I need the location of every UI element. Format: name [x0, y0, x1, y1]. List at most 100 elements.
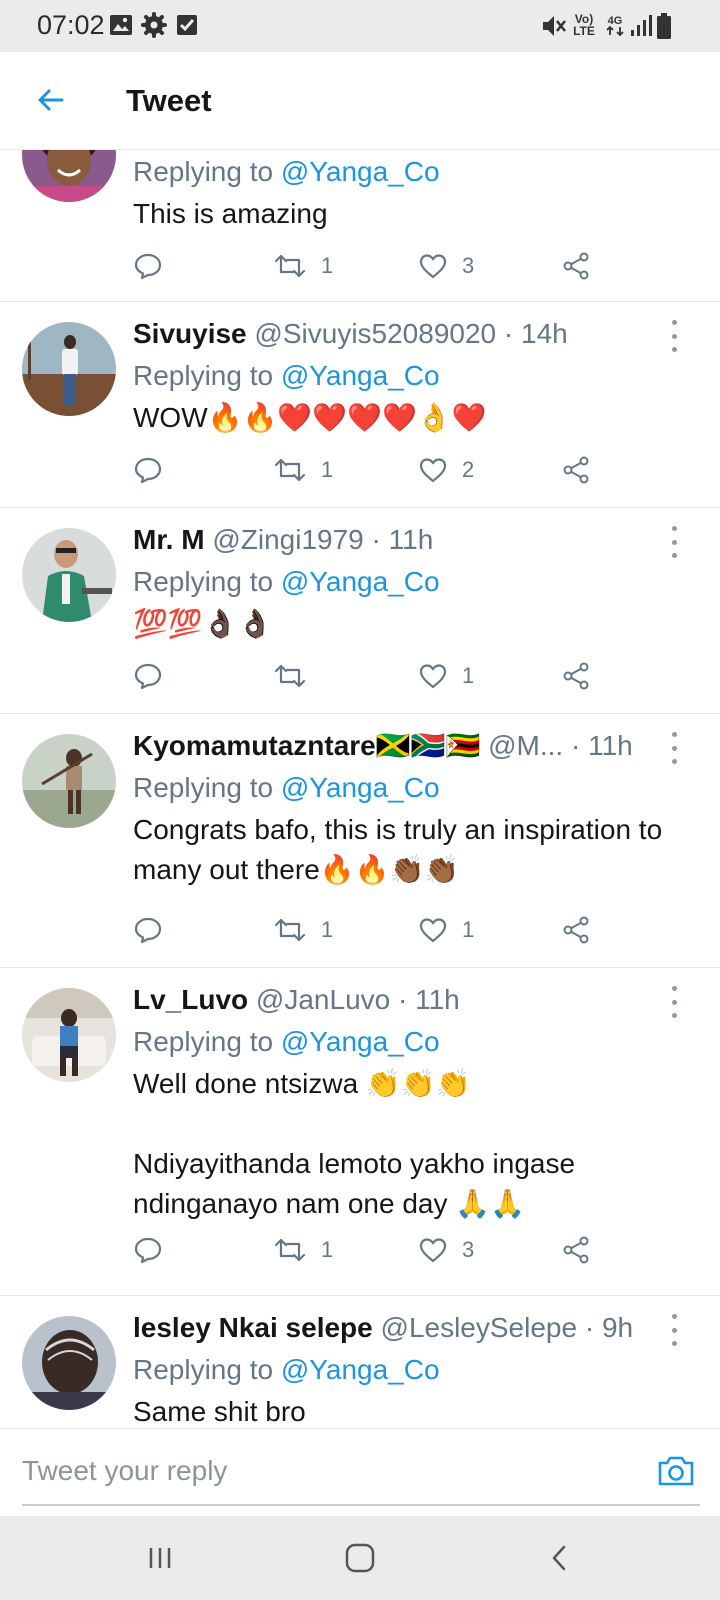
reply-button[interactable]	[133, 1230, 163, 1270]
tweet-text: Congrats bafo, this is truly an inspirat…	[133, 814, 670, 885]
reply-button[interactable]	[133, 656, 163, 696]
4g-data-icon: 4G	[604, 13, 626, 44]
user-name[interactable]: Kyomamutazntare🇯🇲🇿🇦🇿🇼	[133, 730, 480, 761]
user-handle[interactable]: @Zingi1979	[212, 524, 363, 555]
tweet-text: 💯💯👌🏿👌🏿	[133, 608, 273, 639]
user-name[interactable]: Lv_Luvo	[133, 984, 248, 1015]
like-button[interactable]: 1	[418, 656, 474, 696]
replying-to: Replying to @Yanga_Co	[133, 564, 440, 600]
avatar[interactable]	[22, 322, 116, 416]
share-button[interactable]	[561, 246, 591, 286]
mute-icon	[540, 12, 568, 45]
volte-icon: Vo) LTE	[573, 12, 595, 38]
mention-link[interactable]: @Yanga_Co	[281, 1354, 440, 1385]
user-name[interactable]: lesley Nkai selepe	[133, 1312, 373, 1343]
replying-to: Replying to @Yanga_Co	[133, 358, 440, 394]
status-bar: 07:02 Vo) LTE 4G	[0, 0, 720, 52]
avatar[interactable]	[22, 734, 116, 828]
share-button[interactable]	[561, 910, 591, 950]
replies-feed[interactable]: Replying to @Yanga_Co This is amazing 1 …	[0, 150, 720, 1428]
more-options-button[interactable]	[664, 320, 684, 352]
replying-to: Replying to @Yanga_Co	[133, 770, 440, 806]
retweet-button[interactable]: 1	[273, 910, 333, 950]
tweet-item[interactable]: Mr. M @Zingi1979 · 11h Replying to @Yang…	[0, 508, 720, 714]
avatar[interactable]	[22, 988, 116, 1082]
tweet-time: · 14h	[503, 318, 568, 349]
reply-input[interactable]	[22, 1443, 582, 1499]
system-back-button[interactable]	[530, 1536, 590, 1580]
retweet-count: 1	[321, 917, 334, 942]
image-icon	[108, 12, 134, 43]
like-icon	[419, 1238, 447, 1263]
reply-icon	[134, 1237, 162, 1264]
replying-label: Replying to	[133, 360, 274, 391]
reply-button[interactable]	[133, 246, 163, 286]
tweet-time: · 11h	[570, 730, 633, 761]
more-options-button[interactable]	[664, 526, 684, 558]
retweet-count: 1	[321, 253, 334, 278]
reply-button[interactable]	[133, 910, 163, 950]
tweet-text: WOW🔥🔥❤️❤️❤️❤️👌❤️	[133, 402, 487, 433]
mention-link[interactable]: @Yanga_Co	[281, 772, 440, 803]
reply-composer	[0, 1428, 720, 1516]
tweet-item[interactable]: Replying to @Yanga_Co This is amazing 1 …	[0, 150, 720, 302]
checkbox-icon	[174, 12, 200, 43]
mention-link[interactable]: @Yanga_Co	[281, 360, 440, 391]
camera-button[interactable]	[654, 1449, 698, 1493]
retweet-count: 1	[321, 1237, 334, 1262]
user-name[interactable]: Sivuyise	[133, 318, 247, 349]
home-button[interactable]	[330, 1536, 390, 1580]
user-handle[interactable]: @JanLuvo	[256, 984, 390, 1015]
reply-icon	[134, 457, 162, 484]
replying-label: Replying to	[133, 1026, 274, 1057]
like-button[interactable]: 2	[418, 450, 474, 490]
like-button[interactable]: 3	[418, 246, 474, 286]
user-handle[interactable]: @Sivuyis52089020	[254, 318, 496, 349]
share-button[interactable]	[561, 1230, 591, 1270]
tweet-item[interactable]: Sivuyise @Sivuyis52089020 · 14h Replying…	[0, 302, 720, 508]
mention-link[interactable]: @Yanga_Co	[281, 566, 440, 597]
tweet-header: Mr. M @Zingi1979 · 11h	[133, 522, 670, 558]
retweet-icon	[274, 918, 306, 942]
share-button[interactable]	[561, 450, 591, 490]
retweet-button[interactable]: 1	[273, 1230, 333, 1270]
reply-icon	[134, 663, 162, 690]
back-icon	[552, 1545, 566, 1571]
retweet-icon	[274, 664, 306, 688]
share-button[interactable]	[561, 656, 591, 696]
tweet-item[interactable]: lesley Nkai selepe @LesleySelepe · 9h Re…	[0, 1296, 720, 1428]
tweet-item[interactable]: Kyomamutazntare🇯🇲🇿🇦🇿🇼 @M... · 11h Replyi…	[0, 714, 720, 968]
user-name[interactable]: Mr. M	[133, 524, 205, 555]
replying-to: Replying to @Yanga_Co	[133, 1352, 440, 1388]
tweet-item[interactable]: Lv_Luvo @JanLuvo · 11h Replying to @Yang…	[0, 968, 720, 1296]
camera-icon	[658, 1456, 694, 1486]
more-options-button[interactable]	[664, 986, 684, 1018]
tweet-actions: 1 3	[133, 246, 613, 286]
retweet-button[interactable]: 1	[273, 246, 333, 286]
avatar[interactable]	[22, 1316, 116, 1410]
recent-apps-button[interactable]	[130, 1536, 190, 1580]
tweet-header: lesley Nkai selepe @LesleySelepe · 9h	[133, 1310, 670, 1346]
user-handle[interactable]: @LesleySelepe	[381, 1312, 578, 1343]
back-button[interactable]	[28, 78, 72, 122]
replying-label: Replying to	[133, 156, 274, 187]
gear-icon	[141, 12, 167, 43]
avatar[interactable]	[22, 150, 116, 202]
retweet-button[interactable]	[273, 656, 321, 696]
retweet-count: 1	[321, 457, 334, 482]
like-icon	[419, 918, 447, 943]
tweet-text: This is amazing	[133, 198, 328, 229]
like-button[interactable]: 1	[418, 910, 474, 950]
mention-link[interactable]: @Yanga_Co	[281, 1026, 440, 1057]
reply-button[interactable]	[133, 450, 163, 490]
replying-to: Replying to @Yanga_Co	[133, 1024, 440, 1060]
avatar[interactable]	[22, 528, 116, 622]
mention-link[interactable]: @Yanga_Co	[281, 156, 440, 187]
user-handle[interactable]: @M...	[488, 730, 563, 761]
more-options-button[interactable]	[664, 1314, 684, 1346]
replying-label: Replying to	[133, 1354, 274, 1385]
retweet-button[interactable]: 1	[273, 450, 333, 490]
system-nav-bar	[0, 1516, 720, 1600]
like-button[interactable]: 3	[418, 1230, 474, 1270]
more-options-button[interactable]	[664, 732, 684, 764]
